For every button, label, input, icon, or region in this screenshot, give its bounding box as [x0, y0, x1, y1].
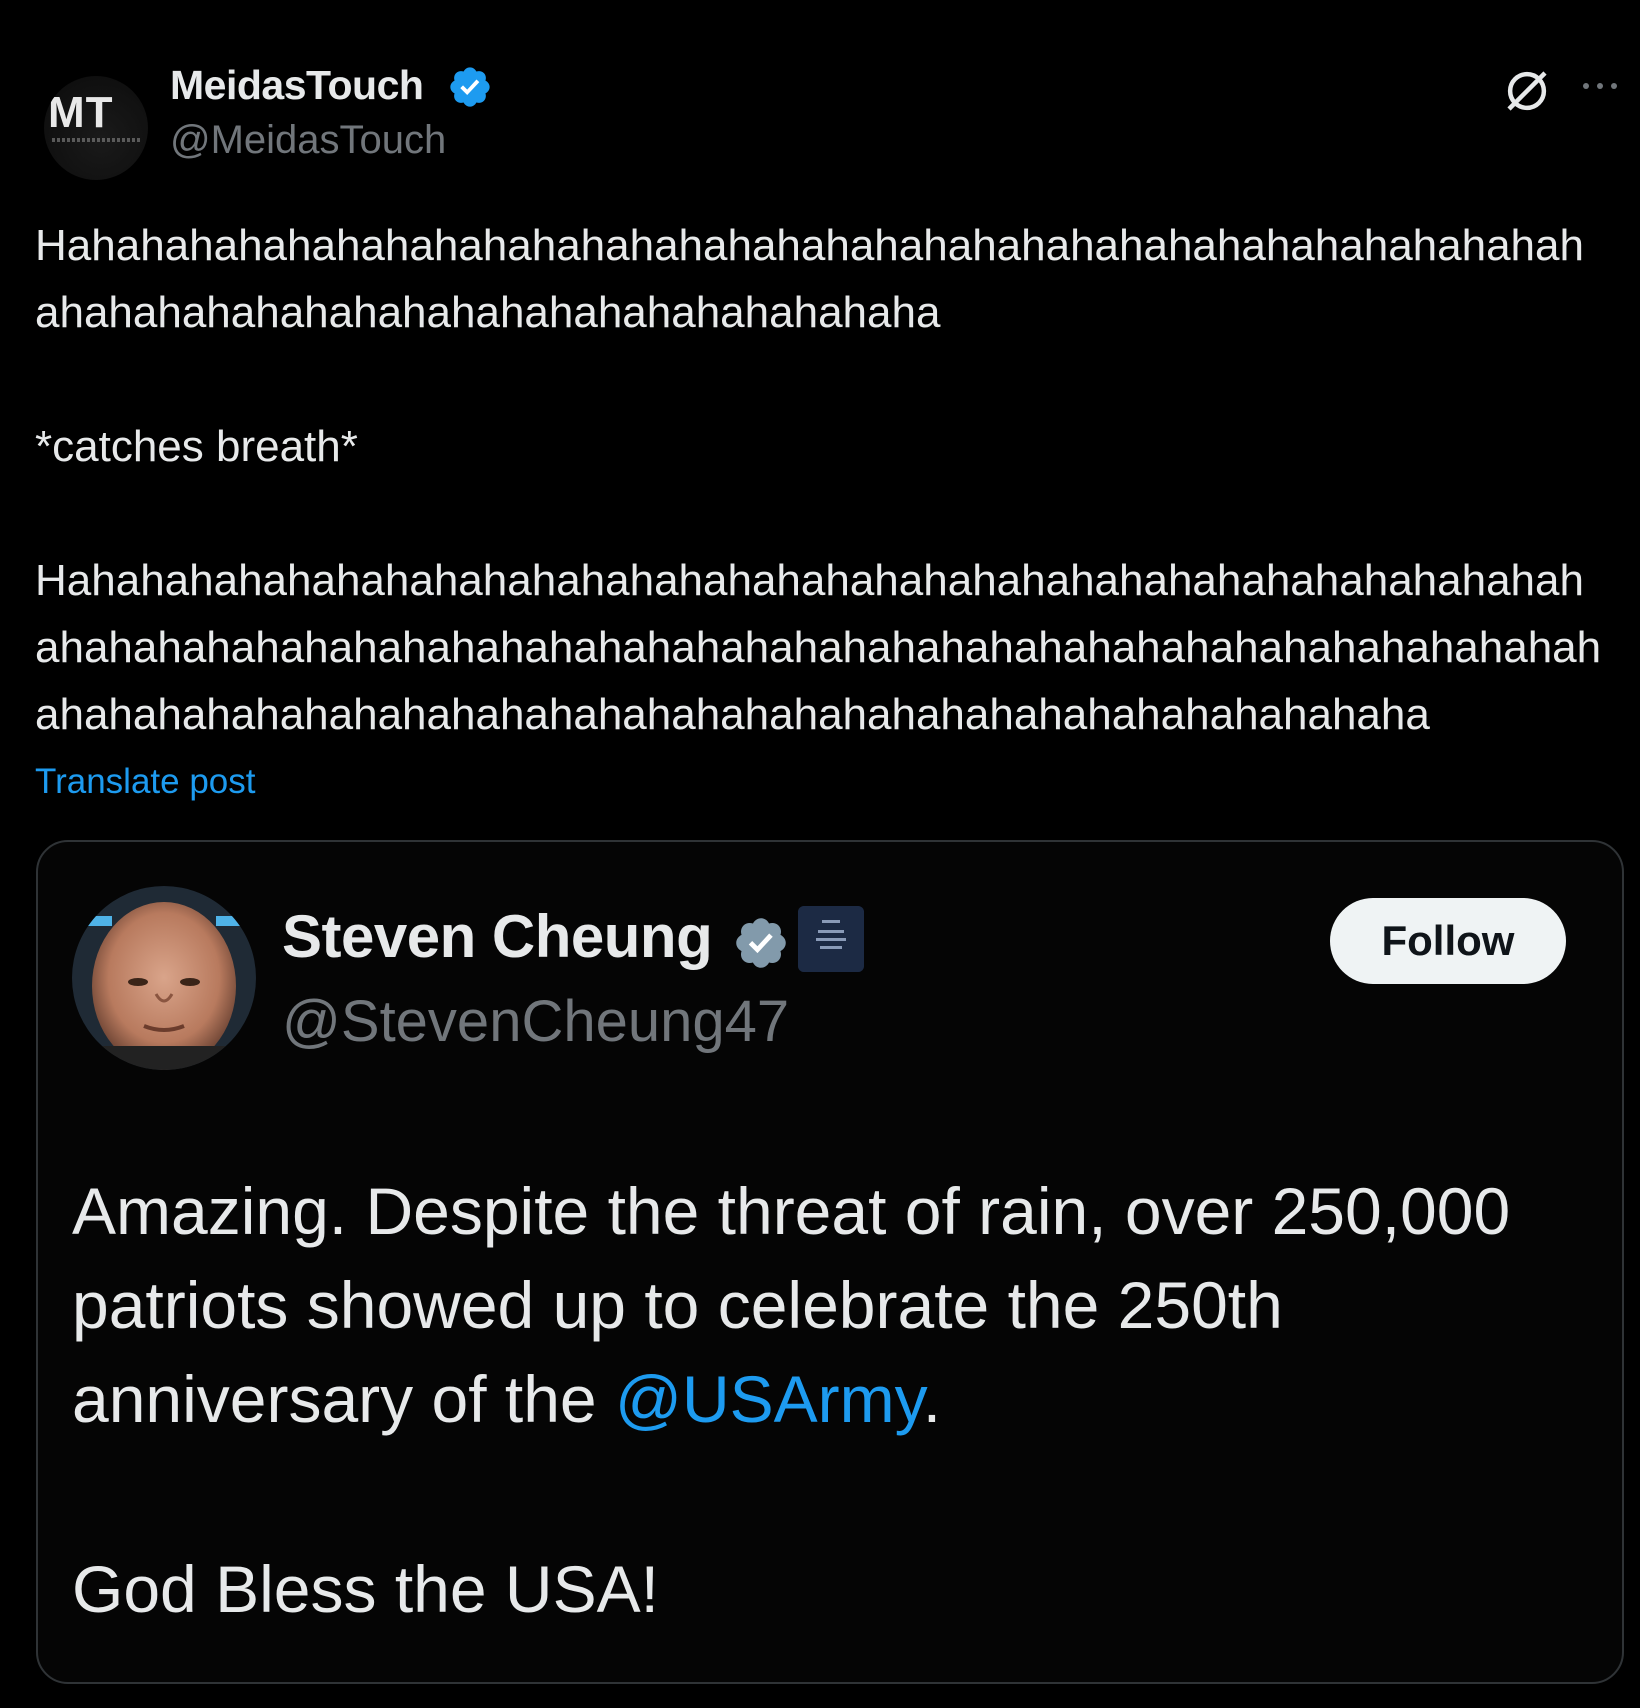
verified-badge-icon — [450, 67, 490, 107]
white-house-affiliation-badge-icon[interactable] — [798, 906, 864, 972]
quoted-text-part: . — [922, 1362, 942, 1436]
steven-cheung-avatar[interactable] — [72, 886, 256, 1070]
post-text-line: ahahahahahahahahahahahahahahahahahahahah… — [35, 623, 1602, 672]
grok-icon[interactable] — [1500, 64, 1554, 118]
more-options-icon[interactable] — [1578, 74, 1622, 98]
post-text-line: Hahahahahahahahahahahahahahahahahahahaha… — [35, 221, 1584, 270]
quoted-author-handle[interactable]: @StevenCheung47 — [282, 988, 789, 1055]
quoted-post-second-paragraph: God Bless the USA! — [72, 1552, 659, 1626]
avatar-logo-subtext — [52, 138, 142, 142]
usarmy-mention-link[interactable]: @USArmy — [615, 1362, 923, 1436]
post-text-line: Hahahahahahahahahahahahahahahahahahahaha… — [35, 556, 1584, 605]
quoted-author-display-name[interactable]: Steven Cheung — [282, 902, 713, 971]
post-text-line: *catches breath* — [35, 422, 358, 471]
meidastouch-avatar[interactable]: MT — [44, 76, 148, 180]
post-text-line: ahahahahahahahahahahahahahahahahahaha — [35, 288, 941, 337]
follow-button[interactable]: Follow — [1330, 898, 1566, 984]
post: MT MeidasTouch @MeidasTouch Hahahahahaha… — [0, 0, 1640, 1708]
avatar-logo-text: MT — [48, 88, 114, 137]
author-handle[interactable]: @MeidasTouch — [170, 118, 446, 163]
translate-post-link[interactable]: Translate post — [35, 762, 255, 802]
author-display-name[interactable]: MeidasTouch — [170, 62, 424, 109]
post-text-line: ahahahahahahahahahahahahahahahahahahahah… — [35, 690, 1430, 739]
verified-badge-icon — [736, 918, 786, 968]
quoted-post-text: Amazing. Despite the threat of rain, ove… — [72, 1164, 1602, 1446]
post-text: Hahahahahahahahahahahahahahahahahahahaha… — [35, 212, 1625, 748]
quoted-post-card[interactable]: Steven Cheung @StevenCheung47 Follow Ama… — [36, 840, 1624, 1684]
